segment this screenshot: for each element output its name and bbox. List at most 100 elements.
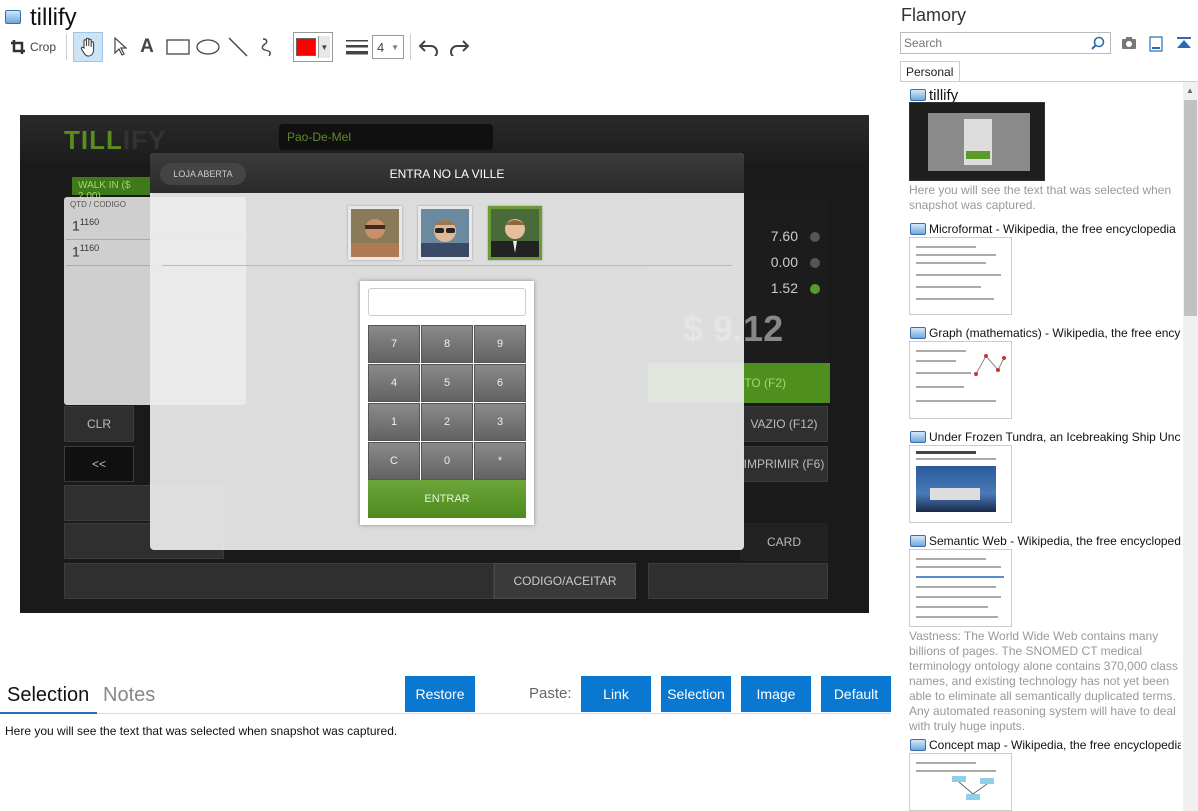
- sidebar-search-input[interactable]: [900, 32, 1111, 54]
- line-width-icon: [344, 32, 370, 62]
- color-picker[interactable]: ▼: [293, 32, 333, 62]
- color-swatch: [296, 38, 316, 56]
- freehand-icon: [261, 38, 271, 57]
- pin-key: 7: [368, 325, 420, 363]
- scroll-up-icon[interactable]: ▲: [1186, 86, 1194, 95]
- snapshot-thumbnail[interactable]: [909, 237, 1012, 315]
- snapshot-icon: [910, 89, 926, 101]
- crop-label: Crop: [29, 40, 56, 54]
- rectangle-tool-button[interactable]: [164, 32, 192, 62]
- snapshot-icon: [910, 327, 926, 339]
- pos-key: [648, 563, 828, 599]
- selection-text-area[interactable]: Here you will see the text that was sele…: [5, 724, 397, 738]
- pin-key: C: [368, 442, 420, 480]
- user-avatar: [348, 206, 402, 260]
- snapshot-thumbnail[interactable]: [909, 753, 1012, 811]
- tab-selection[interactable]: Selection: [7, 684, 89, 707]
- snapshot-icon: [910, 431, 926, 443]
- snapshot-item-title[interactable]: Graph (mathematics) - Wikipedia, the fre…: [929, 326, 1181, 340]
- paste-image-button[interactable]: Image: [741, 676, 811, 712]
- undo-icon: [418, 40, 438, 56]
- pin-key: 8: [421, 325, 473, 363]
- subtotal-value: 7.60: [770, 228, 798, 244]
- login-modal: LOJA ABERTA ENTRA NO LA VILLE 7 8 9 4 5 …: [150, 153, 744, 550]
- chevron-down-icon: ▼: [391, 42, 399, 52]
- search-icon[interactable]: [1091, 36, 1105, 55]
- undo-button[interactable]: [416, 32, 442, 62]
- snapshot-icon: [910, 223, 926, 235]
- paste-selection-button[interactable]: Selection: [661, 676, 731, 712]
- pin-key: 6: [474, 364, 526, 402]
- snapshot-thumbnail[interactable]: [909, 445, 1012, 523]
- select-tool-button[interactable]: [108, 32, 132, 62]
- collapse-icon[interactable]: [1176, 36, 1192, 55]
- tillify-logo: TILLIFY: [64, 125, 167, 155]
- snapshot-thumbnail[interactable]: [909, 549, 1012, 627]
- pin-key: 2: [421, 403, 473, 441]
- line-width-select[interactable]: 4 ▼: [372, 35, 404, 59]
- scrollbar-thumb[interactable]: [1184, 100, 1197, 316]
- snapshot-note: Vastness: The World Wide Web contains ma…: [909, 629, 1178, 733]
- back-button: <<: [64, 446, 134, 482]
- tab-notes[interactable]: Notes: [103, 684, 155, 707]
- paste-label: Paste:: [529, 685, 572, 702]
- pos-search-field: Pao-De-Mel: [279, 124, 493, 150]
- snapshot-canvas[interactable]: TILLIFY Pao-De-Mel WALK IN ($ 2.00) QTD …: [20, 115, 869, 613]
- modal-divider: [162, 265, 732, 266]
- user-avatar: [418, 206, 472, 260]
- restore-button[interactable]: Restore: [405, 676, 475, 712]
- camera-icon[interactable]: [1121, 36, 1137, 55]
- pin-key: 3: [474, 403, 526, 441]
- clr-button: CLR: [64, 406, 134, 442]
- text-icon: A: [140, 36, 154, 57]
- discount-value: 0.00: [770, 254, 798, 270]
- crop-button[interactable]: Crop: [6, 32, 60, 62]
- hand-icon: [80, 37, 95, 57]
- ellipse-tool-button[interactable]: [194, 32, 222, 62]
- line-width-value: 4: [377, 39, 385, 55]
- chevron-down-icon: ▼: [317, 36, 330, 58]
- pin-pad: 7 8 9 4 5 6 1 2 3 C 0 * ENTRAR: [360, 281, 534, 525]
- sidebar-tab-divider: [900, 81, 1198, 82]
- walk-in-label: WALK IN ($ 2.00): [72, 177, 152, 202]
- snapshot-item-title[interactable]: Under Frozen Tundra, an Icebreaking Ship…: [929, 430, 1181, 444]
- codigo-aceitar-button: CODIGO/ACEITAR: [494, 563, 636, 599]
- snapshot-item-title[interactable]: Concept map - Wikipedia, the free encycl…: [929, 738, 1181, 752]
- pin-input: [368, 288, 526, 316]
- pin-key: 4: [368, 364, 420, 402]
- snapshot-note: Here you will see the text that was sele…: [909, 183, 1172, 212]
- snapshot-item-title[interactable]: Semantic Web - Wikipedia, the free encyc…: [929, 534, 1181, 548]
- pin-key: *: [474, 442, 526, 480]
- ticket-line: 11160: [72, 243, 100, 260]
- pin-key: 9: [474, 325, 526, 363]
- paste-link-button[interactable]: Link: [581, 676, 651, 712]
- paste-default-button[interactable]: Default: [821, 676, 891, 712]
- enter-button: ENTRAR: [368, 480, 526, 518]
- freehand-tool-button[interactable]: [254, 32, 282, 62]
- snapshot-icon: [910, 739, 926, 751]
- ticket-line: 11160: [72, 217, 100, 234]
- snapshot-title: tillify: [30, 4, 77, 31]
- tab-personal[interactable]: Personal: [900, 61, 960, 82]
- pan-tool-button[interactable]: [73, 32, 103, 62]
- ellipse-icon: [196, 39, 220, 55]
- redo-icon: [450, 40, 470, 56]
- rectangle-icon: [166, 39, 190, 55]
- snapshot-icon: [5, 10, 21, 24]
- ticket-header: QTD / CODIGO: [70, 200, 126, 209]
- toolbar-separator: [66, 34, 67, 60]
- pointer-icon: [114, 37, 127, 56]
- snapshot-thumbnail[interactable]: [909, 102, 1045, 181]
- line-tool-button[interactable]: [224, 32, 252, 62]
- snapshot-thumbnail[interactable]: [909, 341, 1012, 419]
- text-tool-button[interactable]: A: [136, 32, 158, 62]
- document-icon[interactable]: [1149, 36, 1163, 57]
- sidebar-title: Flamory: [901, 5, 967, 25]
- tab-divider: [0, 713, 891, 714]
- annotation-toolbar: Crop A ▼ 4 ▼: [0, 32, 480, 62]
- user-avatar-selected: [488, 206, 542, 260]
- pin-key: 1: [368, 403, 420, 441]
- snapshot-item-title[interactable]: Microformat - Wikipedia, the free encycl…: [929, 222, 1181, 236]
- redo-button[interactable]: [446, 32, 472, 62]
- pin-key: 5: [421, 364, 473, 402]
